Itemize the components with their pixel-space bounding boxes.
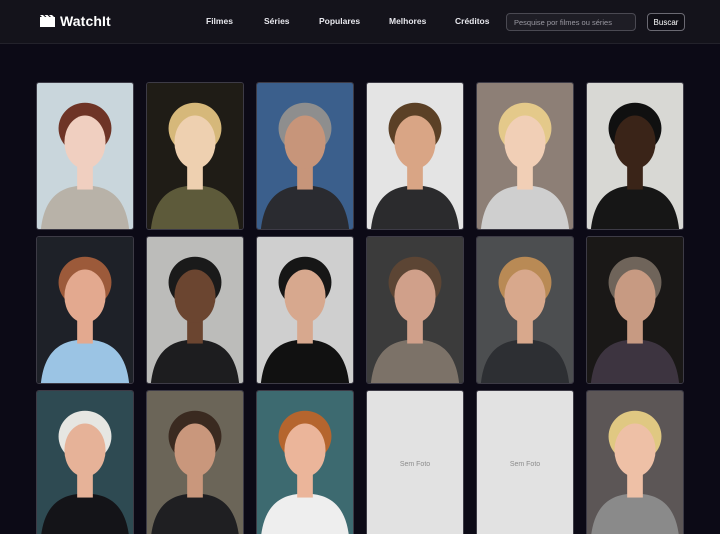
search-button[interactable]: Buscar: [647, 13, 685, 31]
face: [284, 423, 326, 477]
nav-melhores[interactable]: Melhores: [389, 16, 426, 26]
face: [504, 269, 546, 323]
cast-photo: [147, 391, 243, 534]
nav-populares[interactable]: Populares: [319, 16, 360, 26]
cast-photo: [147, 83, 243, 229]
cast-card[interactable]: [146, 390, 244, 534]
face: [174, 269, 216, 323]
cast-photo: [477, 237, 573, 383]
cast-card[interactable]: [256, 82, 354, 230]
cast-card-no-photo[interactable]: Sem Foto: [366, 390, 464, 534]
face: [394, 269, 436, 323]
cast-photo: [257, 83, 353, 229]
cast-photo: [587, 237, 683, 383]
film-icon: [40, 15, 55, 27]
face: [64, 269, 106, 323]
app-logo[interactable]: WatchIt: [40, 13, 111, 29]
top-navbar: WatchIt Filmes Séries Populares Melhores…: [0, 0, 720, 44]
cast-card[interactable]: [36, 236, 134, 384]
nav-filmes[interactable]: Filmes: [206, 16, 233, 26]
cast-photo: [37, 391, 133, 534]
face: [504, 115, 546, 169]
cast-card[interactable]: [476, 82, 574, 230]
cast-photo: [367, 83, 463, 229]
cast-card[interactable]: [146, 82, 244, 230]
face: [614, 115, 656, 169]
cast-card[interactable]: [256, 390, 354, 534]
cast-card[interactable]: [586, 82, 684, 230]
search-input[interactable]: [506, 13, 636, 31]
cast-photo: [257, 237, 353, 383]
logo-text: WatchIt: [60, 13, 111, 29]
no-photo-label: Sem Foto: [399, 460, 431, 468]
face: [614, 423, 656, 477]
cast-card[interactable]: [366, 236, 464, 384]
cast-card[interactable]: [36, 82, 134, 230]
cast-card[interactable]: [256, 236, 354, 384]
cast-card[interactable]: [146, 236, 244, 384]
cast-card[interactable]: [476, 236, 574, 384]
cast-grid: Sem Foto Sem Foto: [36, 82, 684, 534]
cast-card[interactable]: [366, 82, 464, 230]
cast-card[interactable]: [586, 236, 684, 384]
face: [64, 115, 106, 169]
face: [284, 269, 326, 323]
face: [284, 115, 326, 169]
face: [394, 115, 436, 169]
cast-card[interactable]: [36, 390, 134, 534]
cast-photo: [147, 237, 243, 383]
face: [64, 423, 106, 477]
face: [614, 269, 656, 323]
cast-photo: [587, 391, 683, 534]
nav-creditos[interactable]: Créditos: [455, 16, 489, 26]
cast-photo: [367, 237, 463, 383]
cast-photo: [257, 391, 353, 534]
no-photo-label: Sem Foto: [509, 460, 541, 468]
cast-photo: [37, 237, 133, 383]
face: [174, 423, 216, 477]
cast-photo: [587, 83, 683, 229]
cast-card[interactable]: [586, 390, 684, 534]
cast-card-no-photo[interactable]: Sem Foto: [476, 390, 574, 534]
cast-photo: [37, 83, 133, 229]
face: [174, 115, 216, 169]
nav-series[interactable]: Séries: [264, 16, 290, 26]
cast-photo: [477, 83, 573, 229]
